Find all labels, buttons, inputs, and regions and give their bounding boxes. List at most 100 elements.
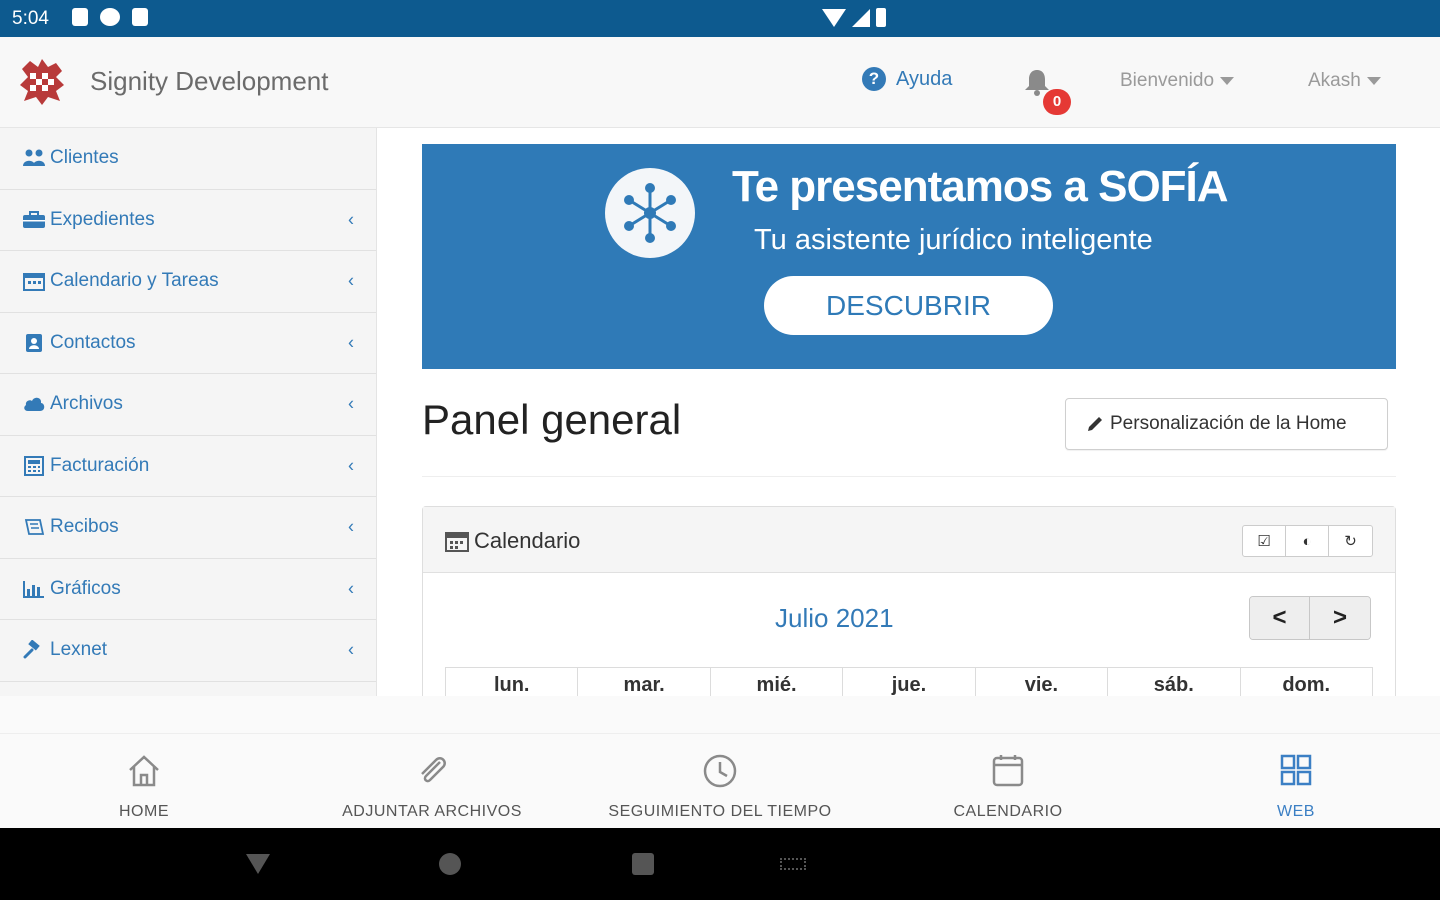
- calendar-panel: Calendario ☑ ◐ ↻ Julio 2021 < > lun. mar…: [422, 506, 1396, 696]
- sidebar-item-label: Expedientes: [50, 208, 155, 230]
- users-icon: [22, 148, 46, 168]
- calendar-icon: [22, 271, 46, 292]
- main-content: Te presentamos a SOFÍA Tu asistente jurí…: [377, 128, 1440, 696]
- notification-badge: 0: [1043, 89, 1071, 115]
- bottom-nav-time-tracking[interactable]: SEGUIMIENTO DEL TIEMPO: [600, 752, 840, 821]
- sidebar-item-lexnet[interactable]: Lexnet ‹: [0, 620, 376, 682]
- panel-tools: ☑ ◐ ↻: [1242, 525, 1373, 557]
- calendar-panel-title: Calendario: [445, 528, 580, 554]
- sofia-banner[interactable]: Te presentamos a SOFÍA Tu asistente jurí…: [422, 144, 1396, 369]
- prev-month-button[interactable]: <: [1250, 597, 1310, 639]
- calendar-nav: < >: [1249, 596, 1371, 640]
- chevron-left-icon: ‹: [348, 516, 354, 537]
- sd-card-icon: [132, 8, 148, 26]
- welcome-label: Bienvenido: [1120, 70, 1215, 91]
- app-header: Signity Development ? Ayuda 0 Bienvenido…: [0, 37, 1440, 128]
- weekday: mié.: [709, 668, 842, 696]
- app-logo[interactable]: [16, 55, 68, 107]
- calendar-icon: [992, 755, 1024, 787]
- calendar-panel-title-label: Calendario: [474, 528, 581, 553]
- grid-icon: [1280, 754, 1312, 786]
- chevron-left-icon: ‹: [348, 332, 354, 353]
- collapse-icon[interactable]: ◐: [1286, 526, 1329, 556]
- sidebar-item-archivos[interactable]: Archivos ‹: [0, 374, 376, 436]
- refresh-icon[interactable]: ↻: [1329, 526, 1372, 556]
- cloud-icon: [22, 394, 46, 414]
- sidebar-item-recibos[interactable]: Recibos ‹: [0, 497, 376, 559]
- bottom-nav-label: WEB: [1277, 803, 1315, 820]
- banner-subtitle: Tu asistente jurídico inteligente: [754, 224, 1153, 256]
- sidebar-item-label: Facturación: [50, 454, 150, 476]
- bottom-nav-home[interactable]: HOME: [84, 752, 204, 821]
- help-label: Ayuda: [896, 67, 953, 90]
- back-icon[interactable]: [246, 854, 270, 874]
- sidebar-item-facturacion[interactable]: Facturación ‹: [0, 436, 376, 497]
- pencil-icon: [1088, 417, 1102, 431]
- sidebar-item-clientes[interactable]: Clientes: [0, 128, 376, 190]
- sidebar-item-contactos[interactable]: Contactos ‹: [0, 313, 376, 374]
- bar-chart-icon: [22, 579, 46, 599]
- sidebar-item-graficos[interactable]: Gráficos ‹: [0, 559, 376, 620]
- brand-name: Signity Development: [90, 66, 329, 96]
- weekday: lun.: [445, 668, 577, 696]
- page-title: Panel general: [422, 396, 682, 443]
- recents-icon[interactable]: [632, 853, 654, 875]
- weekday-header: lun. mar. mié. jue. vie. sáb. dom.: [445, 667, 1373, 696]
- sidebar-item-label: Clientes: [50, 147, 119, 169]
- calculator-icon: [22, 455, 46, 476]
- keyboard-icon[interactable]: [780, 858, 806, 870]
- weekday: jue.: [842, 668, 974, 696]
- wifi-icon: [822, 8, 846, 27]
- sidebar-item-calendario-tareas[interactable]: Calendario y Tareas ‹: [0, 251, 376, 313]
- sidebar-item-label: Archivos: [50, 393, 123, 415]
- sidebar-item-expedientes[interactable]: Expedientes ‹: [0, 190, 376, 251]
- gavel-icon: [22, 640, 46, 660]
- customize-home-label: Personalización de la Home: [1110, 413, 1347, 434]
- network-icon: [624, 183, 676, 243]
- sofia-logo: [605, 168, 695, 258]
- banner-title: Te presentamos a SOFÍA: [732, 162, 1229, 211]
- bottom-nav-attach[interactable]: ADJUNTAR ARCHIVOS: [330, 752, 534, 821]
- divider: [422, 476, 1396, 477]
- calendar-month: Julio 2021: [775, 603, 894, 633]
- check-square-icon[interactable]: ☑: [1243, 526, 1286, 556]
- clock-icon: [703, 754, 737, 788]
- chevron-left-icon: ‹: [348, 578, 354, 599]
- contact-card-icon: [22, 333, 46, 353]
- status-time: 5:04: [12, 8, 49, 29]
- chevron-left-icon: ‹: [348, 393, 354, 414]
- welcome-dropdown[interactable]: Bienvenido: [1120, 70, 1235, 92]
- caret-down-icon: [1220, 77, 1235, 85]
- bottom-navigation: HOME ADJUNTAR ARCHIVOS SEGUIMIENTO DEL T…: [0, 733, 1440, 828]
- question-circle-icon: ?: [862, 67, 886, 91]
- customize-home-button[interactable]: Personalización de la Home: [1065, 398, 1388, 450]
- status-bar: 5:04: [0, 0, 1440, 37]
- system-navigation-bar: [0, 828, 1440, 900]
- weekday: mar.: [577, 668, 709, 696]
- weekday: vie.: [974, 668, 1107, 696]
- paperclip-icon: [421, 757, 446, 783]
- help-link[interactable]: ? Ayuda: [862, 67, 952, 91]
- bottom-nav-web[interactable]: WEB: [1256, 752, 1336, 821]
- status-notification-icons: [72, 8, 148, 26]
- sidebar-item-label: Lexnet: [50, 639, 108, 661]
- next-month-button[interactable]: >: [1310, 597, 1370, 639]
- discover-button[interactable]: DESCUBRIR: [764, 276, 1053, 335]
- bottom-nav-calendar[interactable]: CALENDARIO: [940, 752, 1076, 821]
- sidebar-item-label: Gráficos: [50, 577, 121, 599]
- weekday: dom.: [1239, 668, 1373, 696]
- calendar-panel-header: Calendario ☑ ◐ ↻: [423, 507, 1395, 573]
- chevron-left-icon: ‹: [348, 639, 354, 660]
- briefcase-icon: [22, 210, 46, 230]
- home-circle-icon[interactable]: [439, 853, 461, 875]
- cell-signal-icon: [852, 8, 870, 27]
- notification-icon: [100, 8, 120, 26]
- chevron-left-icon: ‹: [348, 270, 354, 291]
- notification-icon: [72, 8, 88, 26]
- status-system-icons: [822, 8, 886, 27]
- user-dropdown[interactable]: Akash: [1308, 70, 1381, 92]
- sidebar-item-label: Recibos: [50, 516, 119, 538]
- sidebar-item-label: Calendario y Tareas: [50, 270, 219, 292]
- receipt-icon: [22, 517, 46, 537]
- chevron-left-icon: ‹: [348, 209, 354, 230]
